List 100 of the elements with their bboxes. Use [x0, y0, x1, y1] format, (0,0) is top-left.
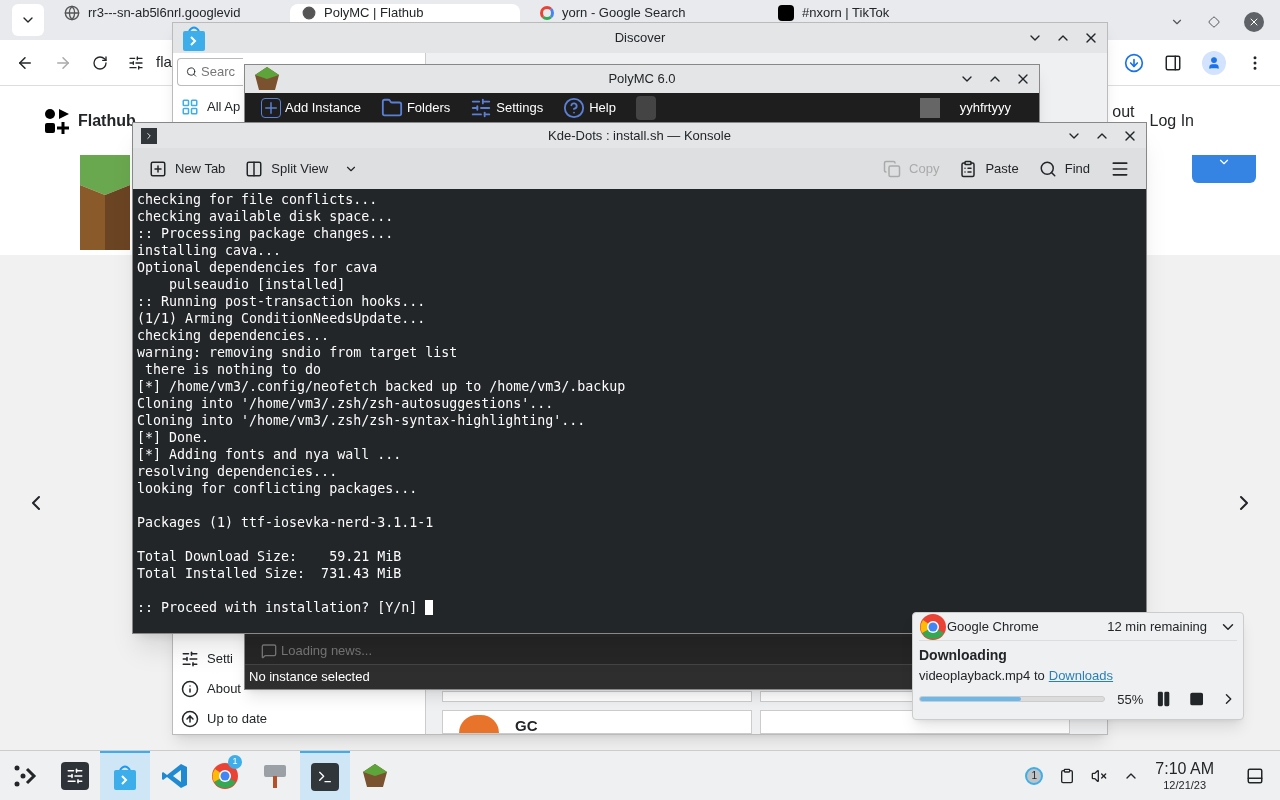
toolbar-button[interactable]: Help — [563, 97, 616, 119]
terminal-line: checking for file conflicts... — [137, 191, 378, 208]
app-card[interactable]: GC — [442, 710, 752, 734]
terminal-line: :: Processing package changes... — [137, 225, 394, 242]
terminal-line: checking dependencies... — [137, 327, 330, 344]
clipboard-icon[interactable] — [1059, 767, 1076, 784]
toolbar-button[interactable]: Split View — [245, 158, 359, 179]
terminal-line: :: Proceed with installation? [Y/n] — [137, 599, 418, 616]
site-settings-icon[interactable] — [128, 54, 144, 71]
downloads-link[interactable]: Downloads — [1048, 666, 1114, 686]
help-icon — [563, 97, 586, 119]
terminal-line: Packages (1) ttf-iosevka-nerd-3.1.1-1 — [137, 514, 434, 531]
terminal-line: :: Running post-transaction hooks... — [137, 293, 426, 310]
login-link[interactable]: Log In — [1149, 108, 1194, 133]
clock-date[interactable]: 12/21/23 — [1163, 778, 1207, 793]
toolbar-button[interactable]: New Tab — [149, 158, 226, 179]
terminal-line: pulseaudio [installed] — [168, 276, 346, 293]
profile-icon[interactable] — [1202, 50, 1226, 75]
dot-icon — [302, 6, 316, 20]
toolbar-button[interactable]: Add Instance — [261, 98, 361, 118]
columns-icon — [245, 159, 264, 178]
flathub-logo-icon — [44, 107, 70, 134]
terminal-icon[interactable] — [311, 762, 339, 791]
copy-icon — [883, 159, 902, 178]
window-title: PolyMC 6.0 — [608, 70, 676, 89]
tab-title: #nxorn | TikTok — [802, 5, 890, 21]
show-desktop-icon[interactable] — [1246, 766, 1264, 785]
avatar-icon — [919, 98, 940, 118]
chat-icon — [261, 642, 277, 659]
count-badge: 1 — [228, 754, 242, 769]
circle-logo-icon[interactable] — [919, 612, 947, 641]
status-text: No instance selected — [249, 668, 370, 687]
terminal-line: Cloning into '/home/vm3/.zsh/zsh-autosuggestions'... — [137, 395, 554, 412]
reload-icon[interactable] — [92, 54, 108, 71]
sidebar-item[interactable]: About — [173, 674, 243, 704]
close-icon[interactable] — [1244, 12, 1264, 32]
new-tab-icon — [149, 159, 167, 178]
globe-icon — [64, 5, 80, 21]
diamond-icon[interactable] — [1208, 16, 1220, 28]
terminal-line: resolving dependencies... — [137, 463, 338, 480]
side-panel-icon[interactable] — [1164, 53, 1182, 72]
ribbon-icon[interactable] — [161, 761, 189, 790]
plus-icon — [261, 98, 281, 118]
clock-time[interactable]: 7:10 AM — [1155, 758, 1214, 779]
terminal-line: (1/1) Arming ConditionNeedsUpdate... — [137, 310, 426, 327]
info-icon — [181, 680, 199, 698]
time-remaining: 12 min remaining — [1107, 617, 1207, 636]
brand-name: Flathub — [78, 110, 136, 131]
tab-title: PolyMC | Flathub — [324, 5, 424, 21]
browser-tab[interactable]: #nxorn | TikTok — [766, 4, 996, 22]
cube-icon[interactable] — [361, 761, 389, 790]
news-text: Loading news... — [281, 641, 373, 660]
notification-count[interactable]: 1 — [1025, 766, 1044, 785]
terminal-line: there is nothing to do — [144, 361, 322, 378]
sidebar-item[interactable]: Setti — [173, 644, 243, 674]
search-icon — [186, 65, 198, 79]
progress-percent: 55% — [1117, 690, 1144, 709]
tab-title: rr3---sn-ab5l6nrl.googlevid — [88, 5, 241, 21]
card-title: GC — [515, 716, 538, 733]
toolbar-button[interactable]: Folders — [380, 97, 451, 119]
terminal-line: [*] Done. — [137, 429, 210, 446]
tab-search-button[interactable] — [12, 4, 44, 36]
stop-icon[interactable] — [1188, 691, 1204, 708]
card-icon — [459, 715, 499, 733]
terminal-icon — [141, 127, 157, 144]
address-field[interactable]: fla — [156, 51, 172, 74]
terminal-line: installing cava... — [137, 242, 282, 259]
terminal-line: Cloning into '/home/vm3/.zsh/zsh-syntax-highlighting'... — [137, 412, 586, 429]
browser-tab[interactable]: PolyMC | Flathub — [290, 4, 520, 22]
terminal-line: Total Download Size: 59.21 MiB — [137, 548, 402, 565]
toolbar-button[interactable]: Settings — [470, 97, 544, 119]
tab-title: yorn - Google Search — [562, 5, 686, 21]
search-field[interactable]: Searc — [177, 58, 243, 86]
grid-icon — [181, 98, 199, 116]
search-icon — [1038, 159, 1057, 178]
terminal-line: [*] /home/vm3/.config/neofetch backed up to /home/vm3/.backup — [137, 378, 626, 395]
sliders-icon — [181, 650, 199, 668]
download-icon[interactable] — [1124, 52, 1144, 73]
sliders-icon[interactable] — [61, 761, 89, 790]
cube-icon[interactable] — [253, 65, 281, 93]
terminal-line: warning: removing sndio from target list — [137, 344, 458, 361]
sidebar-item[interactable]: All Ap — [173, 91, 243, 123]
toolbar-button[interactable]: Find — [1038, 158, 1090, 179]
paste-icon — [959, 159, 978, 178]
terminal-line: [*] Adding fonts and nya wall ... — [137, 446, 402, 463]
account-button[interactable]: yyhfrtyyy — [959, 98, 1011, 118]
sidebar-item[interactable]: Up to date — [173, 704, 293, 734]
nav-link[interactable]: out — [1112, 103, 1135, 121]
window-title: Kde-Dots : install.sh — Konsole — [548, 126, 731, 145]
app-name: Google Chrome — [947, 617, 1039, 636]
notification-body: videoplayback.mp4 to — [919, 667, 1045, 685]
terminal-line: Total Installed Size: 731.43 MiB — [137, 565, 402, 582]
window-title: Discover — [614, 29, 666, 48]
terminal-line: looking for conflicting packages... — [137, 480, 418, 497]
browser-tab[interactable]: rr3---sn-ab5l6nrl.googlevid — [52, 4, 282, 22]
folder-icon — [380, 97, 403, 119]
taskbar-item[interactable] — [300, 750, 350, 800]
toolbar-button[interactable]: Paste — [959, 158, 1019, 179]
notification-heading: Downloading — [919, 646, 1008, 665]
mute-icon[interactable] — [1091, 767, 1108, 784]
